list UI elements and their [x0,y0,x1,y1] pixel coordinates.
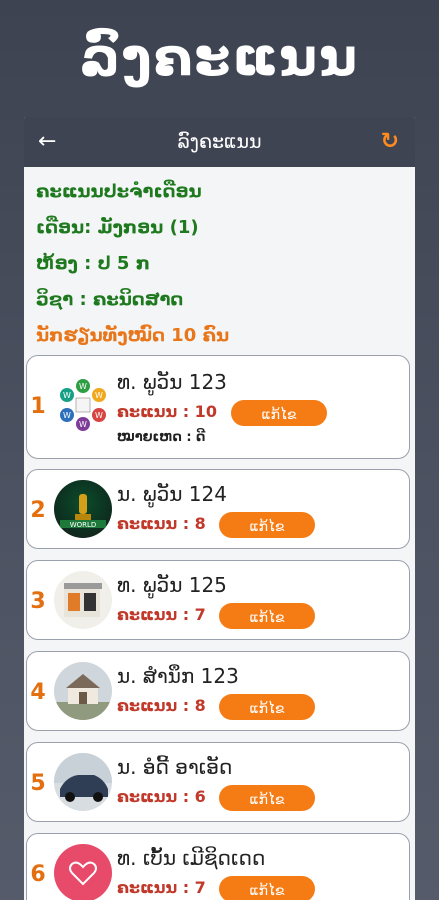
app-bar-title: ລົງຄະແນນ [177,131,262,153]
student-name: ນ. ພູວັນ 124 [117,482,227,506]
trophy-photo-icon: WORLD [60,494,106,529]
class-info: ຄະແນນປະຈຳເດືອນ ເດືອນ: ມັງກອນ (1) ຫ້ອງ : … [36,177,406,357]
hero-title: ລົງຄະແນນ [79,28,359,88]
svg-text:W: W [95,411,103,420]
avatar [54,753,112,811]
student-score: ຄະແນນ : 8 [117,514,206,533]
avatar [54,662,112,720]
room-label: ຫ້ອງ : ປ 5 ກ [36,253,150,274]
monthly-heading: ຄະແນນປະຈຳເດືອນ [36,181,202,202]
app-screen: ← ລົງຄະແນນ ↻ ຄະແນນປະຈຳເດືອນ ເດືອນ: ມັງກອ… [24,117,415,900]
edit-button[interactable]: ແກ້ໄຂ [219,512,315,538]
edit-button[interactable]: ແກ້ໄຂ [219,785,315,811]
back-arrow-icon[interactable]: ← [38,129,56,154]
edit-button[interactable]: ແກ້ໄຂ [219,694,315,720]
svg-text:W: W [79,382,87,391]
student-score: ຄະແນນ : 6 [117,787,206,806]
edit-button[interactable]: ແກ້ໄຂ [219,603,315,629]
school-logo-icon: W W W W W W [55,377,111,433]
list-item: 1 W W W W W W ທ. ພູວັນ 123 ຄະແນນ: 10 ແກ… [24,355,415,469]
car-photo-icon [54,753,112,802]
list-item: 5 ນ. ອໍດີ້ ອາເອັດ ຄະແນນ : 6 ແກ້ໄຂ [24,742,415,833]
student-list: 1 W W W W W W ທ. ພູວັນ 123 ຄະແນນ: 10 ແກ… [24,355,415,900]
student-card[interactable]: 4 ນ. ສຳນຶກ 123 ຄະແນນ : 8 ແກ້ໄຂ [26,651,410,731]
refresh-icon[interactable]: ↻ [381,129,399,154]
avatar [54,571,112,629]
total-students-label: ນັກຮຽນທັງໝົດ 10 ຄົນ [36,325,230,346]
edit-button[interactable]: ແກ້ໄຂ [231,400,327,426]
svg-text:W: W [63,411,71,420]
student-name: ທ. ພູວັນ 125 [117,573,227,597]
heart-icon [69,861,97,886]
list-item: 3 ທ. ພູວັນ 125 ຄະແນນ : 7 ແກ້ໄຂ [24,560,415,651]
svg-text:W: W [95,391,103,400]
student-score: ຄະແນນ : 7 [117,878,206,897]
app-bar: ← ລົງຄະແນນ ↻ [24,117,415,167]
house-photo-icon [54,674,112,720]
student-card[interactable]: 2 WORLD ນ. ພູວັນ 124 ຄະແນນ : 8 ແກ້ໄຂ [26,469,410,549]
list-item: 4 ນ. ສຳນຶກ 123 ຄະແນນ : 8 ແກ້ໄຂ [24,651,415,742]
avatar [54,844,112,900]
student-score: ຄະແນນ : 10 [117,402,217,421]
student-number: 1 [30,394,46,419]
student-number: 5 [30,771,46,796]
list-item: 2 WORLD ນ. ພູວັນ 124 ຄະແນນ : 8 ແກ້ໄຂ [24,469,415,560]
svg-text:WORLD: WORLD [70,521,97,529]
student-card[interactable]: 3 ທ. ພູວັນ 125 ຄະແນນ : 7 ແກ້ໄຂ [26,560,410,640]
student-note: ໝາຍເຫດ : ດີ [117,430,206,445]
svg-text:W: W [79,420,87,429]
student-card[interactable]: 6 ທ. ເບັ້ນ ເມີຊິດເດດ ຄະແນນ : 7 ແກ້ໄຂ [26,833,410,900]
student-number: 6 [30,862,46,887]
student-number: 2 [30,498,46,523]
student-number: 3 [30,589,46,614]
avatar: W W W W W W [54,376,112,434]
month-label: ເດືອນ: ມັງກອນ (1) [36,217,199,238]
list-item: 6 ທ. ເບັ້ນ ເມີຊິດເດດ ຄະແນນ : 7 ແກ້ໄຂ [24,833,415,900]
student-name: ທ. ພູວັນ 123 [117,370,227,394]
student-card[interactable]: 1 W W W W W W ທ. ພູວັນ 123 ຄະແນນ: 10 ແກ… [26,355,410,459]
student-name: ນ. ອໍດີ້ ອາເອັດ [117,755,233,779]
edit-button[interactable]: ແກ້ໄຂ [219,876,315,900]
student-score: ຄະແນນ : 8 [117,696,206,715]
subject-label: ວິຊາ : ຄະນິດສາດ [36,289,184,310]
student-name: ນ. ສຳນຶກ 123 [117,664,239,688]
student-number: 4 [30,680,46,705]
svg-text:W: W [63,391,71,400]
building-photo-icon [64,583,102,617]
avatar: WORLD [54,480,112,538]
student-score: ຄະແນນ : 7 [117,605,206,624]
student-card[interactable]: 5 ນ. ອໍດີ້ ອາເອັດ ຄະແນນ : 6 ແກ້ໄຂ [26,742,410,822]
student-name: ທ. ເບັ້ນ ເມີຊິດເດດ [117,846,266,870]
